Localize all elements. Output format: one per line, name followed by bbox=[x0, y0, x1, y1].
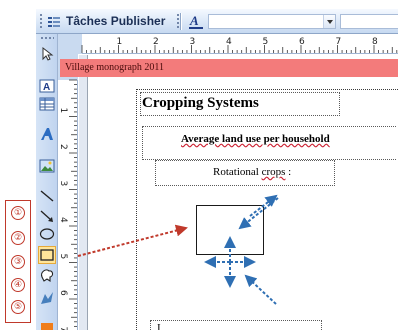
publisher-tasks-icon[interactable] bbox=[48, 15, 60, 27]
publisher-tasks-label[interactable]: Tâches Publisher bbox=[66, 14, 165, 28]
chevron-down-icon[interactable] bbox=[323, 15, 335, 28]
ruler-number: 8 bbox=[372, 37, 378, 47]
ruler-number: 1 bbox=[117, 37, 123, 47]
picture-frame-tool-icon[interactable] bbox=[39, 158, 55, 174]
callout-number-3: ③ bbox=[11, 255, 25, 269]
ruler-number: 2 bbox=[153, 37, 159, 47]
vertical-ruler[interactable]: 1 2 3 4 5 6 7 bbox=[58, 54, 78, 330]
ruler-number: 4 bbox=[58, 217, 68, 223]
line-tool-icon[interactable] bbox=[39, 188, 55, 204]
more-tools-icon[interactable] bbox=[39, 317, 55, 330]
ruler-number: 1 bbox=[58, 108, 68, 114]
publisher-tasks-toolbar: Tâches Publisher A bbox=[36, 9, 398, 34]
vertical-ruler-ticks: 1 2 3 4 5 6 7 bbox=[58, 79, 77, 330]
subtitle-text-frame[interactable]: Average land use per household bbox=[142, 126, 396, 160]
objects-toolbar: A bbox=[36, 34, 58, 330]
ruler-number: 4 bbox=[226, 37, 232, 47]
bottom-text-frame[interactable]: I bbox=[150, 320, 322, 330]
ruler-number: 5 bbox=[263, 37, 269, 47]
design-gallery-object-icon[interactable] bbox=[39, 290, 55, 306]
font-combo-box[interactable] bbox=[340, 14, 398, 29]
header-band[interactable]: Village monograph 2011 bbox=[60, 59, 398, 77]
toolbar-grip-handle[interactable] bbox=[39, 13, 43, 29]
ruler-number: 7 bbox=[336, 37, 342, 47]
page-title: Cropping Systems bbox=[142, 95, 259, 111]
svg-text:A: A bbox=[43, 82, 50, 93]
toolbar-grip-handle-2[interactable] bbox=[176, 13, 180, 29]
rectangle-tool-icon[interactable] bbox=[38, 246, 56, 264]
title-text-frame[interactable]: Cropping Systems bbox=[140, 92, 340, 116]
ruler-number: 6 bbox=[58, 290, 68, 296]
text-box-tool-icon[interactable]: A bbox=[39, 78, 55, 94]
styles-and-formatting-icon[interactable]: A bbox=[187, 13, 205, 30]
arrow-tool-icon[interactable] bbox=[39, 208, 55, 224]
horizontal-ruler-ticks: 1 2 3 4 5 6 7 8 bbox=[81, 37, 398, 53]
style-combo-box[interactable] bbox=[208, 14, 336, 29]
ruler-number: 3 bbox=[58, 181, 68, 187]
ruler-number: 3 bbox=[190, 37, 196, 47]
callout-number-4: ④ bbox=[11, 278, 25, 292]
toolbar-separator bbox=[180, 13, 181, 30]
annotation-column: ① ② ③ ④ ⑤ bbox=[0, 0, 34, 330]
select-arrow-tool-icon[interactable] bbox=[39, 46, 55, 62]
oval-tool-icon[interactable] bbox=[39, 226, 55, 242]
wordart-tool-icon[interactable] bbox=[39, 126, 55, 142]
insert-table-tool-icon[interactable] bbox=[39, 96, 55, 112]
rotational-crops-frame[interactable]: Rotational crops : bbox=[155, 160, 335, 186]
svg-text:A: A bbox=[189, 13, 199, 28]
rotational-misspelled-word: crops bbox=[261, 166, 286, 178]
autoshapes-tool-icon[interactable] bbox=[39, 267, 55, 283]
publisher-window: Tâches Publisher A A 1 2 3 4 5 6 7 8 1 2… bbox=[0, 0, 398, 330]
ruler-number: 5 bbox=[58, 254, 68, 260]
ruler-number: 6 bbox=[299, 37, 305, 47]
ruler-number: 2 bbox=[58, 144, 68, 150]
ruler-number: 7 bbox=[58, 327, 68, 330]
rotational-crops-text: Rotational crops : bbox=[213, 166, 291, 178]
callout-number-2: ② bbox=[11, 231, 25, 245]
rotational-prefix: Rotational bbox=[213, 166, 262, 178]
callout-number-5: ⑤ bbox=[11, 300, 25, 314]
rotational-suffix: : bbox=[285, 166, 292, 178]
objects-toolbar-grip[interactable] bbox=[40, 36, 54, 40]
bottom-frame-text: I bbox=[157, 322, 161, 330]
horizontal-ruler[interactable]: 1 2 3 4 5 6 7 8 bbox=[58, 34, 398, 54]
subtitle-text: Average land use per household bbox=[181, 133, 330, 145]
drawn-rectangle-shape[interactable] bbox=[196, 205, 264, 255]
header-band-text: Village monograph 2011 bbox=[65, 62, 165, 73]
callout-number-1: ① bbox=[11, 206, 25, 220]
